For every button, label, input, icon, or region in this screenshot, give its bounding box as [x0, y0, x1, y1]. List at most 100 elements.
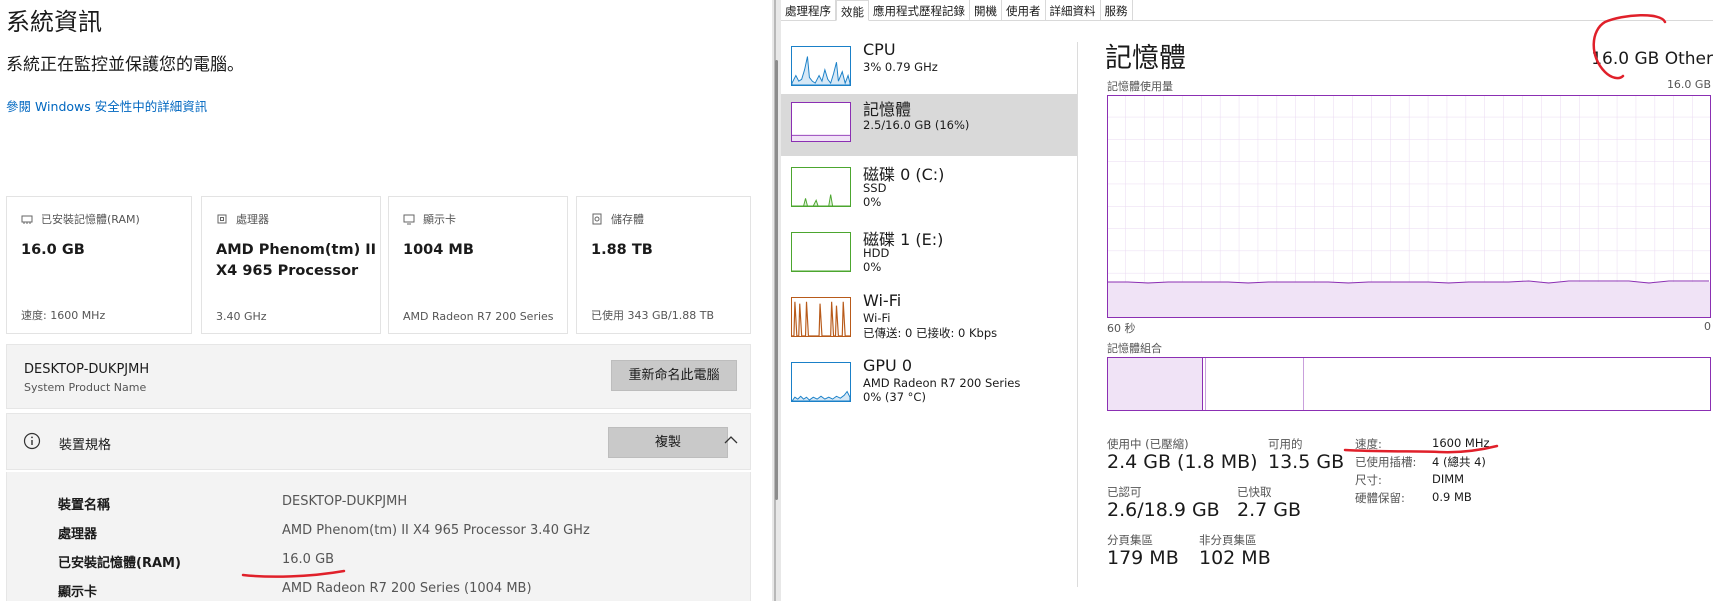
processor-card-footer: 3.40 GHz: [216, 310, 267, 323]
device-name: DESKTOP-DUKPJMH: [24, 362, 150, 377]
spec-value-gpu: AMD Radeon R7 200 Series (1004 MB): [282, 581, 532, 596]
device-specs-header[interactable]: 裝置規格 複製: [6, 413, 751, 470]
spec-label-processor: 處理器: [58, 527, 98, 542]
sidebar-cpu-usage: 3% 0.79 GHz: [863, 60, 938, 74]
tab-startup[interactable]: 開機: [970, 0, 1002, 21]
tab-app-history[interactable]: 應用程式歷程記錄: [869, 0, 970, 21]
cached-label: 已快取: [1237, 485, 1272, 499]
memory-composition-bar: [1107, 357, 1711, 411]
display-card-card: 顯示卡 1004 MB AMD Radeon R7 200 Series: [388, 196, 568, 334]
display-card-footer: AMD Radeon R7 200 Series: [403, 310, 554, 323]
gpu-thumbnail-graph: [791, 362, 851, 402]
tab-processes[interactable]: 處理程序: [781, 0, 836, 21]
graph-time-right: 0: [1704, 320, 1711, 333]
chevron-up-icon[interactable]: [723, 434, 739, 446]
rename-pc-button[interactable]: 重新命名此電腦: [611, 360, 737, 391]
info-icon: [23, 432, 41, 450]
memory-thumbnail-graph: [791, 102, 851, 142]
graph-time-left: 60 秒: [1107, 322, 1136, 335]
processor-card-value: AMD Phenom(tm) II X4 965 Processor: [216, 242, 377, 279]
red-circle-annotation-total: [1592, 14, 1667, 80]
form-factor-value: DIMM: [1432, 472, 1465, 486]
processor-card: 處理器 AMD Phenom(tm) II X4 965 Processor 3.…: [201, 196, 381, 334]
memory-composition-label: 記憶體組合: [1107, 342, 1162, 355]
sidebar-wifi-name: Wi-Fi: [863, 291, 902, 310]
sidebar-gpu-usage: 0% (37 °C): [863, 390, 926, 404]
memory-title: 記憶體: [1105, 43, 1186, 74]
committed-value: 2.6/18.9 GB: [1107, 499, 1220, 521]
paged-pool-label: 分頁集區: [1107, 533, 1153, 547]
red-underline-annotation-speed: [1343, 444, 1499, 454]
in-use-label: 使用中 (已壓縮): [1107, 437, 1189, 451]
storage-card-label: 儲存體: [611, 213, 644, 226]
form-factor-label: 尺寸:: [1355, 473, 1382, 487]
cached-value: 2.7 GB: [1237, 499, 1302, 521]
spec-label-gpu: 顯示卡: [58, 585, 98, 600]
ram-card-value: 16.0 GB: [21, 242, 85, 258]
copy-button[interactable]: 複製: [608, 427, 728, 458]
hardware-reserved-value: 0.9 MB: [1432, 490, 1472, 504]
processor-card-label: 處理器: [236, 213, 269, 226]
sidebar-disk-0-usage: 0%: [863, 195, 882, 209]
sidebar-item-wifi[interactable]: Wi-Fi Wi-Fi 已傳送: 0 已接收: 0 Kbps: [781, 289, 1077, 351]
committed-label: 已認可: [1107, 485, 1142, 499]
sidebar-disk-1-type: HDD: [863, 246, 890, 260]
disk-1-thumbnail-graph: [791, 232, 851, 272]
spec-label-device-name: 裝置名稱: [58, 498, 111, 513]
sidebar-memory-usage: 2.5/16.0 GB (16%): [863, 118, 970, 132]
memory-usage-graph: [1107, 95, 1711, 318]
tab-details[interactable]: 詳細資料: [1046, 0, 1101, 21]
display-card-icon: [403, 214, 415, 225]
sidebar-item-cpu[interactable]: CPU 3% 0.79 GHz: [781, 38, 1077, 100]
sidebar-disk-0-type: SSD: [863, 181, 887, 195]
hardware-reserved-label: 硬體保留:: [1355, 491, 1405, 505]
disk-0-thumbnail-graph: [791, 167, 851, 207]
windows-security-link[interactable]: 參閱 Windows 安全性中的詳細資訊: [6, 96, 207, 115]
tab-performance[interactable]: 效能: [836, 0, 869, 21]
available-value: 13.5 GB: [1268, 451, 1345, 473]
cpu-thumbnail-graph: [791, 46, 851, 86]
display-card-label: 顯示卡: [423, 213, 456, 226]
nonpaged-pool-value: 102 MB: [1199, 547, 1271, 569]
storage-card: 儲存體 1.88 TB 已使用 343 GB/1.88 TB: [576, 196, 751, 334]
memory-usage-fill: [1108, 282, 1710, 317]
sidebar-separator: [1077, 42, 1078, 587]
sidebar-gpu-name: GPU 0: [863, 356, 913, 375]
window-divider: [772, 0, 781, 601]
device-name-bar: DESKTOP-DUKPJMH System Product Name 重新命名…: [6, 344, 751, 409]
memory-usage-max: 16.0 GB: [1666, 78, 1711, 91]
sidebar-wifi-throughput: 已傳送: 0 已接收: 0 Kbps: [863, 326, 998, 340]
available-label: 可用的: [1268, 437, 1303, 451]
sidebar-item-disk-1[interactable]: 磁碟 1 (E:) HDD 0%: [781, 224, 1077, 286]
ram-card-label: 已安裝記憶體(RAM): [41, 213, 140, 226]
paged-pool-value: 179 MB: [1107, 547, 1179, 569]
page-title: 系統資訊: [6, 8, 102, 36]
storage-card-value: 1.88 TB: [591, 242, 653, 258]
ram-icon: [21, 215, 33, 224]
sidebar-disk-1-usage: 0%: [863, 260, 882, 274]
nonpaged-pool-label: 非分頁集區: [1199, 533, 1257, 547]
device-specs-title: 裝置規格: [59, 438, 112, 453]
system-info-panel: 系統資訊 系統正在監控並保護您的電腦。 參閱 Windows 安全性中的詳細資訊…: [0, 0, 776, 601]
sidebar-item-gpu[interactable]: GPU 0 AMD Radeon R7 200 Series 0% (37 °C…: [781, 354, 1077, 416]
storage-icon: [592, 213, 602, 225]
wifi-thumbnail-graph: [791, 297, 851, 337]
sidebar-gpu-model: AMD Radeon R7 200 Series: [863, 376, 1021, 390]
sidebar-wifi-adapter: Wi-Fi: [863, 311, 891, 325]
in-use-value: 2.4 GB (1.8 MB): [1107, 451, 1258, 473]
sidebar-item-disk-0[interactable]: 磁碟 0 (C:) SSD 0%: [781, 159, 1077, 221]
spec-label-ram: 已安裝記憶體(RAM): [58, 556, 181, 571]
storage-card-footer: 已使用 343 GB/1.88 TB: [591, 309, 715, 322]
display-card-value: 1004 MB: [403, 242, 474, 258]
ram-card-footer: 速度: 1600 MHz: [21, 309, 106, 322]
sidebar-cpu-name: CPU: [863, 40, 896, 59]
tab-bar: 處理程序 效能 應用程式歷程記錄 開機 使用者 詳細資料 服務: [781, 0, 1713, 21]
spec-value-processor: AMD Phenom(tm) II X4 965 Processor 3.40 …: [282, 523, 590, 538]
task-manager-panel: 處理程序 效能 應用程式歷程記錄 開機 使用者 詳細資料 服務 CPU 3% 0…: [781, 0, 1713, 601]
tab-users[interactable]: 使用者: [1002, 0, 1046, 21]
tab-services[interactable]: 服務: [1101, 0, 1133, 21]
sidebar-item-memory[interactable]: 記憶體 2.5/16.0 GB (16%): [781, 94, 1077, 156]
red-underline-annotation-ram: [241, 569, 346, 578]
scrollbar-thumb[interactable]: [775, 60, 778, 500]
spec-value-device-name: DESKTOP-DUKPJMH: [282, 494, 408, 509]
